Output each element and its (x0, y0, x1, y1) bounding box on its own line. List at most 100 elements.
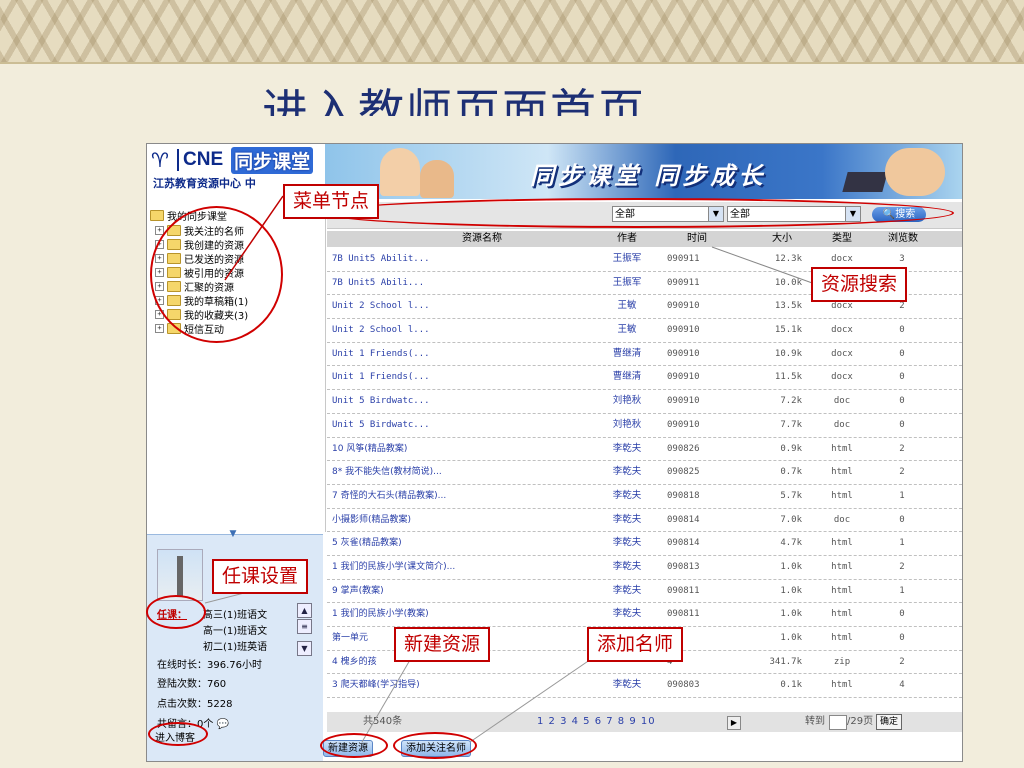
collapse-arrow-icon[interactable]: ▼ (223, 530, 243, 539)
resource-author[interactable]: 王振军 (597, 272, 657, 294)
resource-name[interactable]: 7B Unit5 Abili... (332, 272, 612, 294)
table-row[interactable]: Unit 5 Birdwatc... 刘艳秋 090910 7.7k doc 0 (327, 414, 962, 438)
tower-image (177, 556, 183, 596)
resource-author[interactable]: 刘艳秋 (597, 390, 657, 412)
click-count: 点击次数：5228 (157, 699, 233, 710)
resource-author[interactable]: 李乾夫 (597, 509, 657, 531)
resource-size: 1.0k (780, 585, 802, 596)
portal-logo[interactable]: ♈ CNE 同步课堂 (151, 146, 314, 174)
banner-child-laptop-photo (885, 148, 945, 196)
resource-views: 4 (899, 680, 905, 691)
slide-title: 进入教师页面首页 (262, 84, 646, 138)
resource-author[interactable]: 刘艳秋 (597, 414, 657, 436)
callout-add-teacher: 添加名师 (587, 627, 684, 662)
resource-name[interactable]: 7B Unit5 Abilit... (332, 248, 612, 270)
resource-name[interactable]: 1 我们的民族小学(课文简介)... (332, 556, 612, 578)
resource-type: html (831, 585, 853, 596)
resource-name[interactable]: 5 灰雀(精品教案) (332, 532, 612, 554)
table-row[interactable]: Unit 5 Birdwatc... 刘艳秋 090910 7.2k doc 0 (327, 390, 962, 414)
resource-size: 10.9k (774, 348, 802, 359)
resource-size: 7.7k (780, 419, 802, 430)
menu-highlight-ellipse (150, 206, 283, 343)
banner-slogan: 同步课堂 同步成长 (530, 161, 767, 190)
table-row[interactable]: 1 我们的民族小学(课文简介)... 李乾夫 090813 1.0k html 2 (327, 556, 962, 580)
resource-name[interactable]: 10 风筝(精品教案) (332, 438, 612, 460)
resource-type: doc (833, 396, 851, 407)
resource-author[interactable]: 李乾夫 (597, 556, 657, 578)
resource-name[interactable]: 8* 我不能失信(教材简说)... (332, 461, 612, 483)
resource-views: 0 (899, 348, 905, 359)
resource-name[interactable]: 小摄影师(精品教案) (332, 509, 612, 531)
table-row[interactable]: 10 风筝(精品教案) 李乾夫 090826 0.9k html 2 (327, 438, 962, 462)
resource-name[interactable]: Unit 5 Birdwatc... (332, 390, 612, 412)
resource-name[interactable]: 3 爬天都峰(学习指导) (332, 674, 612, 696)
resource-name[interactable]: 9 掌声(教案) (332, 580, 612, 602)
resource-size: 12.3k (774, 254, 802, 264)
resource-author[interactable]: 王敏 (597, 295, 657, 317)
resource-size: 1.0k (780, 561, 802, 572)
col-header-time[interactable]: 时间 (672, 231, 722, 247)
logo-cne-text: CNE (177, 149, 227, 171)
table-row[interactable]: Unit 2 School l... 王敏 090910 15.1k docx 0 (327, 319, 962, 343)
goto-confirm-button[interactable]: 确定 (876, 714, 903, 730)
table-row[interactable]: 1 我们的民族小学(教案) 李乾夫 090811 1.0k html 0 (327, 603, 962, 627)
table-row[interactable]: Unit 1 Friends(... 曹继清 090910 10.9k docx 0 (327, 343, 962, 367)
table-row[interactable]: 8* 我不能失信(教材简说)... 李乾夫 090825 0.7k html 2 (327, 461, 962, 485)
resource-views: 0 (899, 633, 905, 643)
resource-author[interactable]: 李乾夫 (597, 532, 657, 554)
resource-name[interactable]: 1 我们的民族小学(教案) (332, 603, 612, 625)
new-resource-highlight-ellipse (320, 733, 388, 758)
resource-author[interactable]: 李乾夫 (597, 461, 657, 483)
course-highlight-ellipse (146, 595, 206, 629)
resource-author[interactable]: 曹继清 (597, 343, 657, 365)
resource-time: 090814 (667, 538, 700, 549)
resource-type: html (831, 633, 853, 643)
resource-author[interactable]: 李乾夫 (597, 674, 657, 696)
scroll-down-icon[interactable]: ▼ (297, 641, 312, 656)
col-header-type[interactable]: 类型 (817, 231, 867, 247)
resource-author[interactable]: 李乾夫 (597, 438, 657, 460)
resource-views: 2 (899, 443, 905, 454)
table-row[interactable]: 小摄影师(精品教案) 李乾夫 090814 7.0k doc 0 (327, 509, 962, 533)
table-row[interactable]: 5 灰雀(精品教案) 李乾夫 090814 4.7k html 1 (327, 532, 962, 556)
course-item: 高三(1)班语文 (203, 610, 268, 621)
resource-name[interactable]: Unit 2 School l... (332, 295, 612, 317)
resource-name[interactable]: Unit 1 Friends(... (332, 343, 612, 365)
col-header-views[interactable]: 浏览数 (875, 231, 931, 247)
search-highlight-ellipse (322, 198, 954, 228)
chat-bubble-icon[interactable]: 💬 (217, 719, 229, 730)
col-header-author[interactable]: 作者 (597, 231, 657, 247)
resource-type: doc (833, 419, 851, 430)
expand-icon[interactable]: + (155, 324, 164, 333)
next-page-icon[interactable]: ▶ (727, 716, 741, 730)
col-header-size[interactable]: 大小 (757, 231, 807, 247)
callout-new-resource: 新建资源 (394, 627, 491, 662)
page-number-input[interactable] (829, 715, 847, 730)
scroll-up-icon[interactable]: ▲ (297, 603, 312, 618)
resource-size: 0.1k (780, 680, 802, 691)
resource-name[interactable]: Unit 1 Friends(... (332, 366, 612, 388)
table-row[interactable]: Unit 1 Friends(... 曹继清 090910 11.5k docx 0 (327, 366, 962, 391)
laptop-illustration (842, 172, 888, 192)
resource-name[interactable]: Unit 5 Birdwatc... (332, 414, 612, 436)
resource-author[interactable]: 李乾夫 (597, 485, 657, 507)
scroll-list-icon[interactable]: ≡ (297, 619, 312, 634)
col-header-name[interactable]: 资源名称 (407, 231, 557, 247)
resource-size: 4.7k (780, 538, 802, 549)
resource-size: 7.2k (780, 396, 802, 407)
table-row[interactable]: 3 爬天都峰(学习指导) 李乾夫 090803 0.1k html 4 (327, 674, 962, 699)
resource-time: 090825 (667, 467, 700, 478)
resource-author[interactable]: 李乾夫 (597, 603, 657, 625)
resource-name[interactable]: 7 奇怪的大石头(精品教案)... (332, 485, 612, 507)
resource-author[interactable]: 曹继清 (597, 366, 657, 388)
table-row[interactable]: 7 奇怪的大石头(精品教案)... 李乾夫 090818 5.7k html 1 (327, 485, 962, 509)
table-row[interactable]: 9 掌声(教案) 李乾夫 090811 1.0k html 1 (327, 580, 962, 604)
page-links[interactable]: 1 2 3 4 5 6 7 8 9 10 (537, 714, 656, 730)
resource-author[interactable]: 李乾夫 (597, 580, 657, 602)
resource-author[interactable]: 王敏 (597, 319, 657, 341)
resource-author[interactable]: 王振军 (597, 248, 657, 270)
resource-time: 090910 (667, 348, 700, 359)
resource-time: 090818 (667, 490, 700, 501)
resource-name[interactable]: Unit 2 School l... (332, 319, 612, 341)
table-header: 资源名称 作者 时间 大小 类型 浏览数 (327, 231, 962, 247)
